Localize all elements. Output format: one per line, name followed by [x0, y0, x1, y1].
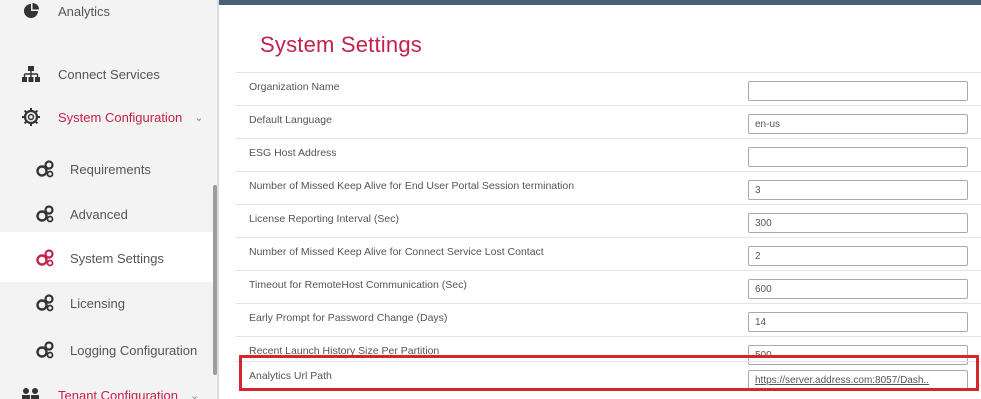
gears-icon	[34, 339, 56, 361]
setting-label: Number of Missed Keep Alive for Connect …	[249, 246, 544, 258]
gears-icon	[34, 292, 56, 314]
default-language-field[interactable]	[748, 114, 968, 134]
sidebar-item-tenant-configuration[interactable]: Tenant Configuration ⌄	[20, 384, 199, 399]
sidebar-item-requirements[interactable]: Requirements	[34, 158, 151, 180]
sidebar-item-label: Requirements	[70, 161, 151, 177]
sidebar-item-label: System Configuration	[58, 109, 183, 125]
sidebar-item-system-configuration[interactable]: System Configuration ⌄	[20, 106, 204, 128]
sidebar-item-label: Licensing	[70, 295, 125, 311]
setting-label: Timeout for RemoteHost Communication (Se…	[249, 279, 467, 291]
top-bar	[219, 0, 981, 5]
gears-icon	[34, 203, 56, 225]
missed-keep-alive-eup-field[interactable]	[748, 180, 968, 200]
setting-row: Organization Name	[236, 72, 981, 106]
chevron-down-icon: ⌄	[189, 389, 200, 399]
setting-label: License Reporting Interval (Sec)	[249, 213, 399, 225]
pie-chart-icon	[20, 0, 42, 22]
sidebar-item-advanced[interactable]: Advanced	[34, 203, 128, 225]
sidebar-item-label: Analytics	[58, 3, 111, 19]
setting-row: Early Prompt for Password Change (Days)	[236, 303, 981, 337]
setting-label: Recent Launch History Size Per Partition	[249, 345, 440, 357]
setting-label: Number of Missed Keep Alive for End User…	[249, 180, 575, 192]
setting-row: Analytics Url Path	[236, 361, 981, 395]
setting-row: ESG Host Address	[236, 138, 981, 172]
setting-row: Number of Missed Keep Alive for Connect …	[236, 237, 981, 271]
users-icon	[20, 384, 42, 399]
analytics-url-path-field[interactable]	[748, 370, 968, 390]
setting-label: Organization Name	[249, 81, 340, 93]
organization-name-field[interactable]	[748, 81, 968, 101]
remotehost-timeout-field[interactable]	[748, 279, 968, 299]
network-icon	[20, 63, 42, 85]
setting-label: Analytics Url Path	[249, 370, 332, 382]
setting-label: ESG Host Address	[249, 147, 337, 159]
setting-label: Early Prompt for Password Change (Days)	[249, 312, 448, 324]
page-title: System Settings	[260, 32, 422, 57]
setting-row: Default Language	[236, 105, 981, 139]
sidebar-item-system-settings[interactable]: System Settings	[34, 247, 164, 269]
sidebar-item-label: System Settings	[70, 250, 164, 266]
sidebar: Analytics Connect Services System Config…	[0, 0, 218, 399]
sidebar-item-logging-configuration[interactable]: Logging Configuration	[34, 339, 197, 361]
setting-row: Number of Missed Keep Alive for End User…	[236, 171, 981, 205]
sidebar-item-label: Advanced	[70, 206, 128, 222]
esg-host-address-field[interactable]	[748, 147, 968, 167]
setting-row: License Reporting Interval (Sec)	[236, 204, 981, 238]
password-change-prompt-field[interactable]	[748, 312, 968, 332]
sidebar-item-label: Logging Configuration	[70, 342, 198, 358]
sidebar-item-connect-services[interactable]: Connect Services	[20, 63, 160, 85]
license-reporting-interval-field[interactable]	[748, 213, 968, 233]
setting-row: Timeout for RemoteHost Communication (Se…	[236, 270, 981, 304]
gear-icon	[20, 106, 42, 128]
sidebar-item-licensing[interactable]: Licensing	[34, 292, 125, 314]
gears-icon	[34, 247, 56, 269]
sidebar-item-analytics[interactable]: Analytics	[20, 0, 110, 22]
gears-icon	[34, 158, 56, 180]
missed-keep-alive-connect-field[interactable]	[748, 246, 968, 266]
setting-label: Default Language	[249, 114, 332, 126]
sidebar-divider	[217, 0, 219, 399]
sidebar-item-label: Connect Services	[58, 66, 160, 82]
sidebar-item-label: Tenant Configuration	[58, 387, 178, 399]
chevron-down-icon: ⌄	[194, 111, 204, 124]
